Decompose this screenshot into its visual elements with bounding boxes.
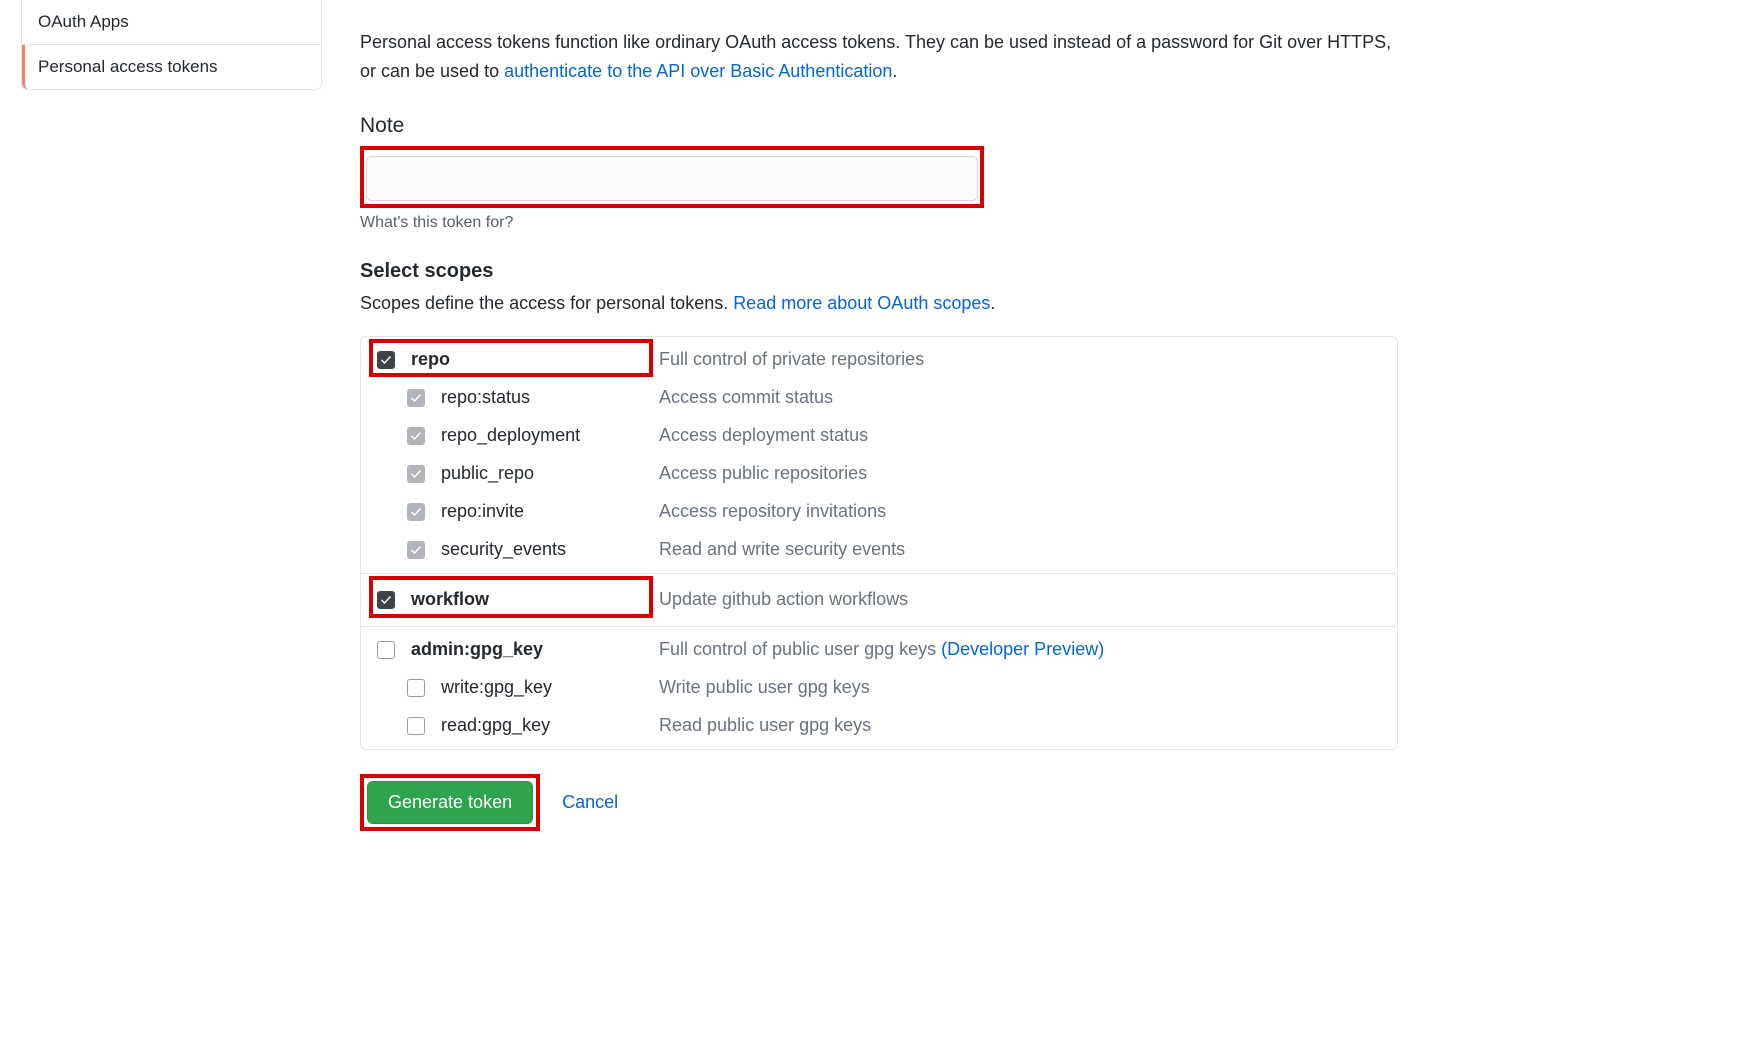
scope-name-repo-status: repo:status bbox=[441, 387, 659, 408]
scopes-box: repo Full control of private repositorie… bbox=[360, 336, 1398, 750]
checkmark-icon bbox=[410, 544, 422, 556]
checkmark-icon bbox=[410, 468, 422, 480]
checkbox-repo-invite[interactable] bbox=[407, 503, 425, 521]
scope-desc-public-repo: Access public repositories bbox=[659, 463, 867, 484]
main-content: Personal access tokens function like ord… bbox=[360, 28, 1400, 831]
scope-desc-workflow: Update github action workflows bbox=[659, 589, 908, 610]
checkbox-repo-status[interactable] bbox=[407, 389, 425, 407]
scope-desc-admin-gpg-key-text: Full control of public user gpg keys bbox=[659, 639, 941, 659]
scope-name-public-repo: public_repo bbox=[441, 463, 659, 484]
scope-row-repo-status: repo:status Access commit status bbox=[361, 379, 1397, 417]
note-highlight-box bbox=[360, 146, 984, 208]
generate-highlight-box: Generate token bbox=[360, 774, 540, 831]
checkbox-security-events[interactable] bbox=[407, 541, 425, 559]
scopes-heading: Select scopes bbox=[360, 260, 1400, 283]
scope-name-admin-gpg-key: admin:gpg_key bbox=[411, 639, 659, 660]
scope-group-workflow: workflow Update github action workflows bbox=[361, 574, 1397, 627]
scope-row-repo: repo Full control of private repositorie… bbox=[361, 341, 1397, 379]
scope-row-public-repo: public_repo Access public repositories bbox=[361, 455, 1397, 493]
scope-desc-repo: Full control of private repositories bbox=[659, 349, 924, 370]
scope-name-read-gpg-key: read:gpg_key bbox=[441, 715, 659, 736]
scope-row-repo-invite: repo:invite Access repository invitation… bbox=[361, 493, 1397, 531]
scopes-desc-after: . bbox=[990, 293, 995, 313]
checkmark-icon bbox=[410, 392, 422, 404]
checkmark-icon bbox=[380, 354, 392, 366]
intro-text: Personal access tokens function like ord… bbox=[360, 28, 1400, 86]
sidebar-item-personal-access-tokens[interactable]: Personal access tokens bbox=[22, 45, 321, 89]
scope-row-workflow: workflow Update github action workflows bbox=[361, 578, 1397, 622]
scopes-desc-before: Scopes define the access for personal to… bbox=[360, 293, 733, 313]
checkmark-icon bbox=[380, 594, 392, 606]
intro-text-after: . bbox=[892, 61, 897, 81]
scopes-readmore-link[interactable]: Read more about OAuth scopes bbox=[733, 293, 990, 313]
checkbox-admin-gpg-key[interactable] bbox=[377, 641, 395, 659]
scope-row-security-events: security_events Read and write security … bbox=[361, 531, 1397, 569]
scope-row-repo-deployment: repo_deployment Access deployment status bbox=[361, 417, 1397, 455]
checkbox-write-gpg-key[interactable] bbox=[407, 679, 425, 697]
checkbox-read-gpg-key[interactable] bbox=[407, 717, 425, 735]
scope-row-write-gpg-key: write:gpg_key Write public user gpg keys bbox=[361, 669, 1397, 707]
scope-group-repo: repo Full control of private repositorie… bbox=[361, 337, 1397, 574]
scope-group-admin-gpg-key: admin:gpg_key Full control of public use… bbox=[361, 627, 1397, 749]
actions-row: Generate token Cancel bbox=[360, 774, 1400, 831]
scope-name-write-gpg-key: write:gpg_key bbox=[441, 677, 659, 698]
note-label: Note bbox=[360, 114, 1400, 138]
scope-row-admin-gpg-key: admin:gpg_key Full control of public use… bbox=[361, 631, 1397, 669]
scope-desc-repo-invite: Access repository invitations bbox=[659, 501, 886, 522]
scope-desc-admin-gpg-key: Full control of public user gpg keys (De… bbox=[659, 639, 1104, 660]
scope-name-repo-invite: repo:invite bbox=[441, 501, 659, 522]
checkmark-icon bbox=[410, 506, 422, 518]
checkbox-public-repo[interactable] bbox=[407, 465, 425, 483]
scope-desc-read-gpg-key: Read public user gpg keys bbox=[659, 715, 871, 736]
sidebar: OAuth Apps Personal access tokens bbox=[21, 0, 322, 90]
developer-preview-link[interactable]: (Developer Preview) bbox=[941, 639, 1104, 659]
scope-desc-security-events: Read and write security events bbox=[659, 539, 905, 560]
scope-desc-repo-status: Access commit status bbox=[659, 387, 833, 408]
scope-desc-repo-deployment: Access deployment status bbox=[659, 425, 868, 446]
scope-desc-write-gpg-key: Write public user gpg keys bbox=[659, 677, 870, 698]
checkbox-repo[interactable] bbox=[377, 351, 395, 369]
scope-row-read-gpg-key: read:gpg_key Read public user gpg keys bbox=[361, 707, 1397, 745]
scope-name-security-events: security_events bbox=[441, 539, 659, 560]
generate-token-button[interactable]: Generate token bbox=[367, 781, 533, 824]
cancel-link[interactable]: Cancel bbox=[562, 792, 618, 813]
note-input[interactable] bbox=[366, 156, 978, 201]
sidebar-item-oauth-apps[interactable]: OAuth Apps bbox=[22, 0, 321, 45]
note-hint: What's this token for? bbox=[360, 214, 1400, 232]
checkbox-workflow[interactable] bbox=[377, 591, 395, 609]
scope-name-repo: repo bbox=[411, 349, 659, 370]
checkbox-repo-deployment[interactable] bbox=[407, 427, 425, 445]
checkmark-icon bbox=[410, 430, 422, 442]
scope-name-repo-deployment: repo_deployment bbox=[441, 425, 659, 446]
scopes-description: Scopes define the access for personal to… bbox=[360, 293, 1400, 314]
scope-name-workflow: workflow bbox=[411, 589, 659, 610]
intro-auth-link[interactable]: authenticate to the API over Basic Authe… bbox=[504, 61, 892, 81]
